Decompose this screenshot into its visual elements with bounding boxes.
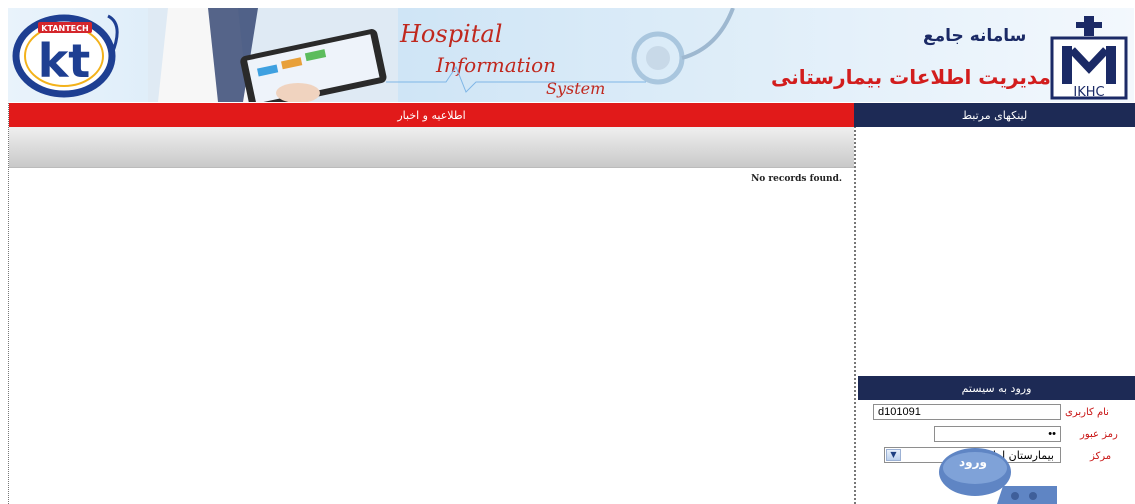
- news-header-label: اطلاعیه و اخبار: [397, 108, 466, 122]
- sidebar: لینکهای مرتبط ورود به سیستم نام کاربری ر…: [854, 103, 1135, 504]
- ikhc-logo: IKHC: [1050, 16, 1128, 100]
- password-label: رمز عبور: [1080, 429, 1118, 440]
- related-links-header: لینکهای مرتبط: [854, 103, 1135, 127]
- ktantech-logo: KTANTECH kt: [12, 14, 119, 98]
- news-panel: اطلاعیه و اخبار No records found.: [8, 103, 856, 504]
- login-header: ورود به سیستم: [858, 376, 1135, 400]
- login-key-button[interactable]: [937, 446, 1057, 504]
- login-header-label: ورود به سیستم: [961, 381, 1032, 395]
- login-button-label: ورود: [959, 455, 987, 469]
- system-title-line1: سامانه جامع: [923, 26, 1027, 46]
- center-label: مرکز: [1090, 451, 1112, 462]
- stethoscope-icon: [631, 8, 735, 85]
- ikhc-text: IKHC: [1073, 85, 1104, 100]
- chevron-down-icon[interactable]: ▼: [886, 449, 901, 461]
- system-title-line2: مدیریت اطلاعات بیمارستانی: [771, 65, 1051, 89]
- ktantech-brand-text: KTANTECH: [41, 24, 88, 33]
- tablet-illustration-icon: [148, 8, 398, 102]
- related-links-label: لینکهای مرتبط: [961, 108, 1028, 122]
- empty-message: No records found.: [751, 174, 842, 184]
- username-label: نام کاربری: [1065, 407, 1109, 418]
- title-word-hospital: Hospital: [399, 20, 502, 48]
- news-header: اطلاعیه و اخبار: [9, 103, 854, 127]
- username-input[interactable]: [873, 404, 1061, 420]
- password-input[interactable]: [934, 426, 1061, 442]
- kt-letters: kt: [38, 34, 91, 88]
- title-word-information: Information: [435, 53, 556, 77]
- header-banner: KTANTECH kt Hospital Information System …: [8, 8, 1134, 102]
- news-toolbar: [9, 127, 854, 168]
